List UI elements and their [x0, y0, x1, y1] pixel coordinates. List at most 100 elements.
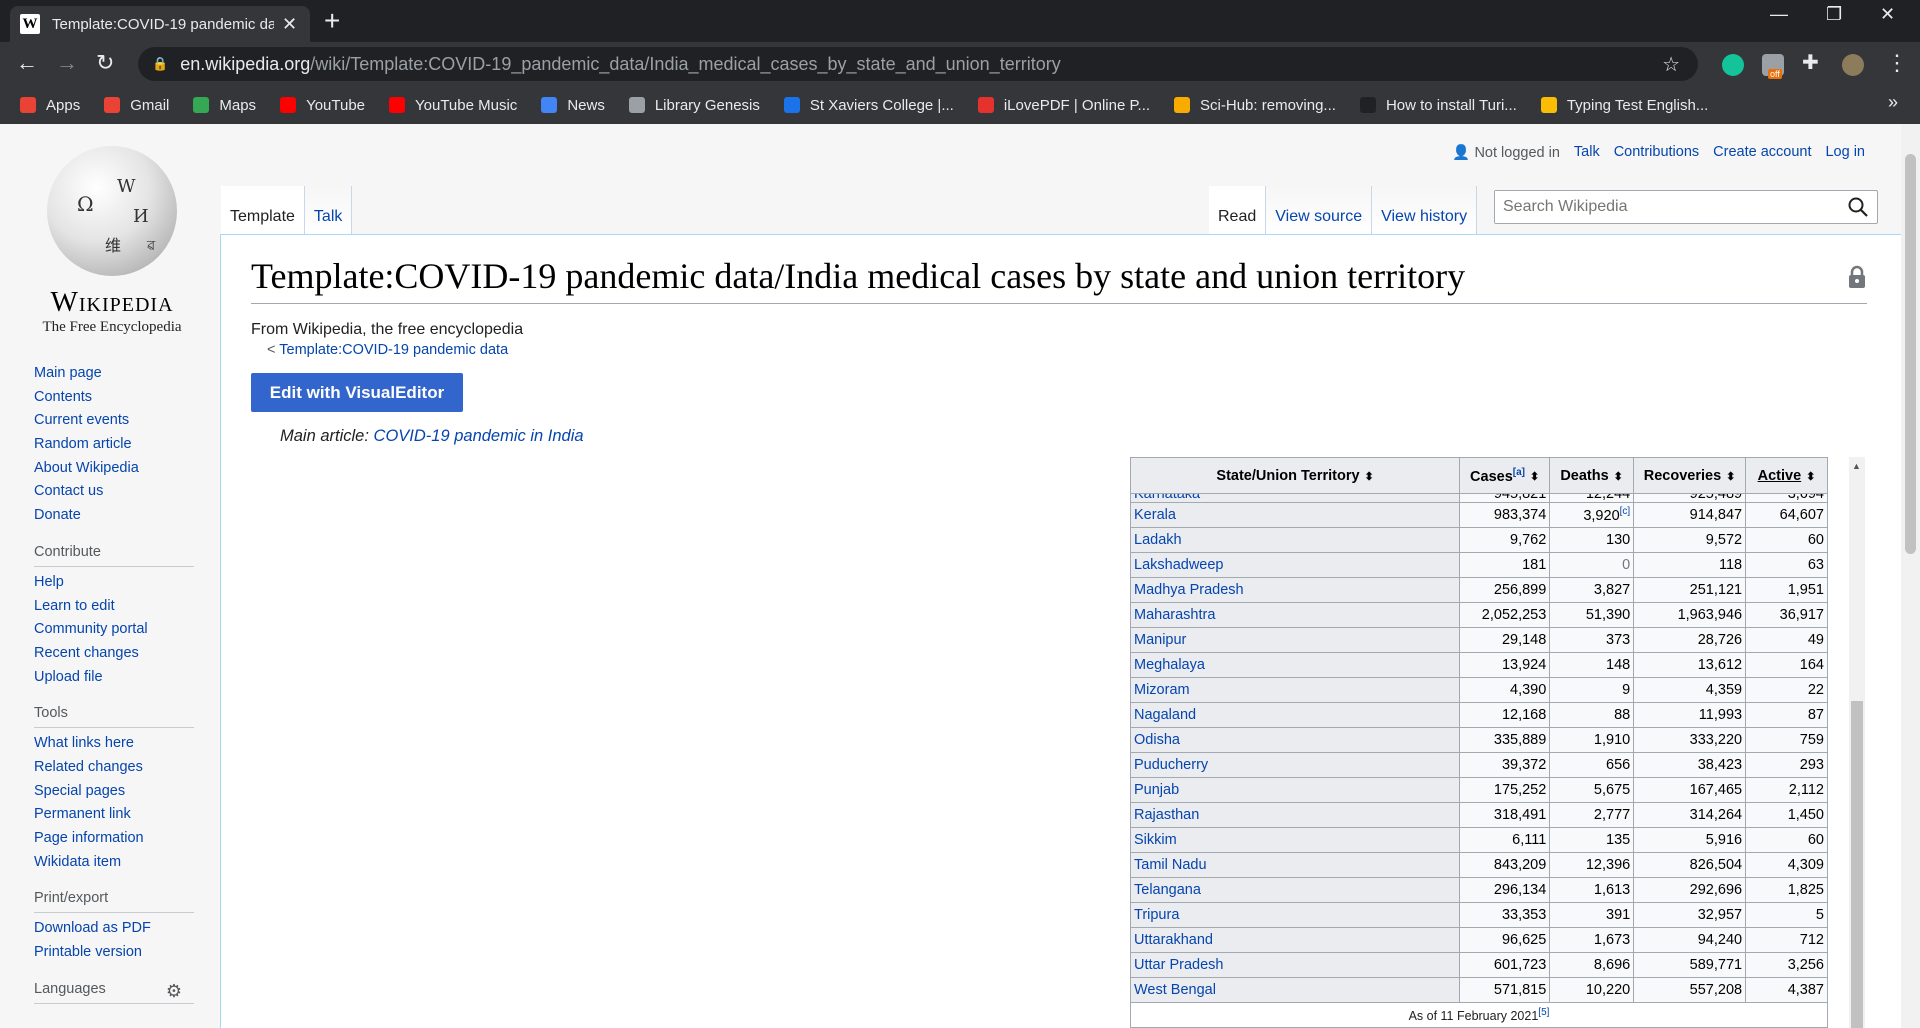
sidebar-link[interactable]: Main page	[34, 362, 204, 386]
log-in-link[interactable]: Log in	[1825, 144, 1865, 161]
bookmark-star-icon[interactable]: ☆	[1662, 52, 1680, 77]
bookmark-item[interactable]: Typing Test English...	[1540, 97, 1708, 114]
sidebar-link[interactable]: Community portal	[34, 618, 204, 642]
restore-icon[interactable]: ❐	[1826, 4, 1842, 25]
wikipedia-logo[interactable]: Ω W И 维 ৱ Wikipedia The Free Encyclopedi…	[32, 146, 192, 336]
sidebar-link[interactable]: Random article	[34, 433, 204, 457]
state-link[interactable]: Telangana	[1130, 877, 1461, 903]
sidebar-link[interactable]: Current events	[34, 409, 204, 433]
table-scrollbar[interactable]: ▲	[1849, 457, 1865, 1028]
sidebar-link[interactable]: Download as PDF	[34, 917, 204, 941]
sidebar-link[interactable]: Printable version	[34, 941, 204, 965]
menu-kebab-icon[interactable]: ⋮	[1886, 50, 1908, 76]
reload-icon[interactable]: ↻	[96, 50, 114, 76]
col-active[interactable]: Active ⬍	[1745, 457, 1828, 494]
extensions-puzzle-icon[interactable]: ✚	[1802, 50, 1819, 76]
state-link[interactable]: Tamil Nadu	[1130, 852, 1461, 878]
sidebar-link[interactable]: Donate	[34, 504, 204, 528]
window-close-icon[interactable]: ✕	[1880, 4, 1895, 25]
main-article-link[interactable]: COVID-19 pandemic in India	[374, 427, 584, 445]
sidebar-link[interactable]: Page information	[34, 827, 204, 851]
footnote-ref[interactable]: [5]	[1538, 1007, 1549, 1018]
col-state[interactable]: State/Union Territory ⬍	[1130, 457, 1461, 494]
sort-icon[interactable]: ⬍	[1726, 471, 1735, 483]
sidebar-link[interactable]: Contents	[34, 386, 204, 410]
bookmark-item[interactable]: How to install Turi...	[1359, 97, 1517, 114]
tab-view-source[interactable]: View source	[1266, 186, 1373, 234]
grammarly-icon[interactable]	[1722, 54, 1744, 76]
contributions-link[interactable]: Contributions	[1614, 144, 1699, 161]
table-scroll-thumb[interactable]	[1851, 701, 1863, 1028]
bookmark-item[interactable]: YouTube	[280, 97, 365, 114]
sidebar-link[interactable]: Special pages	[34, 780, 204, 804]
sidebar-link[interactable]: Upload file	[34, 666, 204, 690]
search-icon[interactable]	[1847, 196, 1869, 218]
state-link[interactable]: West Bengal	[1130, 977, 1461, 1003]
minimize-icon[interactable]: —	[1770, 4, 1788, 25]
gear-icon[interactable]: ⚙	[166, 981, 182, 1002]
bookmark-item[interactable]: Library Genesis	[628, 97, 760, 114]
create-account-link[interactable]: Create account	[1713, 144, 1811, 161]
tab-template[interactable]: Template	[221, 186, 305, 234]
padlock-icon[interactable]	[1847, 265, 1867, 289]
sort-icon[interactable]: ⬍	[1365, 471, 1374, 483]
state-link[interactable]: Mizoram	[1130, 677, 1461, 703]
breadcrumb-link[interactable]: Template:COVID-19 pandemic data	[279, 342, 508, 358]
state-link[interactable]: Odisha	[1130, 727, 1461, 753]
tab-view-history[interactable]: View history	[1372, 186, 1478, 234]
state-link[interactable]: Madhya Pradesh	[1130, 577, 1461, 603]
state-link[interactable]: Uttarakhand	[1130, 927, 1461, 953]
col-recoveries[interactable]: Recoveries ⬍	[1633, 457, 1747, 494]
state-link[interactable]: Tripura	[1130, 902, 1461, 928]
more-bookmarks-icon[interactable]: »	[1888, 92, 1898, 113]
sidebar-link[interactable]: Wikidata item	[34, 851, 204, 875]
sidebar-link[interactable]: Related changes	[34, 756, 204, 780]
sidebar-link[interactable]: About Wikipedia	[34, 457, 204, 481]
sidebar-link[interactable]: Recent changes	[34, 642, 204, 666]
sidebar-link[interactable]: Contact us	[34, 480, 204, 504]
sidebar-link[interactable]: Help	[34, 571, 204, 595]
bookmark-item[interactable]: YouTube Music	[389, 97, 517, 114]
state-link[interactable]: Puducherry	[1130, 752, 1461, 778]
sort-icon[interactable]: ⬍	[1806, 471, 1815, 483]
cases-note[interactable]: [a]	[1513, 467, 1525, 478]
sort-icon[interactable]: ⬍	[1530, 471, 1539, 483]
state-link[interactable]: Meghalaya	[1130, 652, 1461, 678]
page-scroll-thumb[interactable]	[1905, 154, 1916, 554]
talk-link[interactable]: Talk	[1574, 144, 1600, 161]
scroll-up-icon[interactable]: ▲	[1852, 461, 1861, 471]
sidebar-link[interactable]: What links here	[34, 732, 204, 756]
address-bar[interactable]: 🔒 en.wikipedia.org/wiki/Template:COVID-1…	[138, 47, 1698, 81]
bookmark-item[interactable]: iLovePDF | Online P...	[977, 97, 1150, 114]
back-icon[interactable]: ←	[16, 50, 38, 76]
sidebar-link[interactable]: Permanent link	[34, 803, 204, 827]
new-tab-icon[interactable]: +	[324, 6, 340, 36]
state-link[interactable]: Maharashtra	[1130, 602, 1461, 628]
forward-icon[interactable]: →	[56, 50, 78, 76]
bookmark-item[interactable]: Gmail	[104, 97, 169, 114]
col-cases[interactable]: Cases[a] ⬍	[1459, 457, 1551, 494]
browser-tab[interactable]: W Template:COVID-19 pandemic da ✕	[10, 6, 310, 42]
state-link[interactable]: Kerala	[1130, 502, 1461, 528]
state-link[interactable]: Lakshadweep	[1130, 552, 1461, 578]
profile-avatar[interactable]	[1842, 54, 1864, 76]
death-note[interactable]: [c]	[1620, 506, 1631, 517]
cases-table-container[interactable]: Karnataka 945,821 12,244 925,489 3,694 Kerala…	[1130, 457, 1828, 1028]
state-link[interactable]: Sikkim	[1130, 827, 1461, 853]
state-link[interactable]: Uttar Pradesh	[1130, 952, 1461, 978]
state-link[interactable]: Manipur	[1130, 627, 1461, 653]
tab-talk[interactable]: Talk	[304, 186, 353, 234]
state-link[interactable]: Rajasthan	[1130, 802, 1461, 828]
edit-visualeditor-button[interactable]: Edit with VisualEditor	[251, 373, 463, 412]
sort-icon[interactable]: ⬍	[1614, 471, 1623, 483]
bookmark-item[interactable]: News	[541, 97, 605, 114]
search-input[interactable]	[1495, 191, 1825, 223]
state-link[interactable]: Ladakh	[1130, 527, 1461, 553]
tab-close-icon[interactable]: ✕	[282, 14, 297, 35]
tab-read[interactable]: Read	[1209, 186, 1267, 234]
page-scrollbar[interactable]	[1901, 124, 1920, 1028]
lock-icon[interactable]: 🔒	[152, 56, 168, 72]
bookmark-item[interactable]: Maps	[193, 97, 256, 114]
col-deaths[interactable]: Deaths ⬍	[1549, 457, 1635, 494]
bookmark-item[interactable]: Sci-Hub: removing...	[1174, 97, 1336, 114]
